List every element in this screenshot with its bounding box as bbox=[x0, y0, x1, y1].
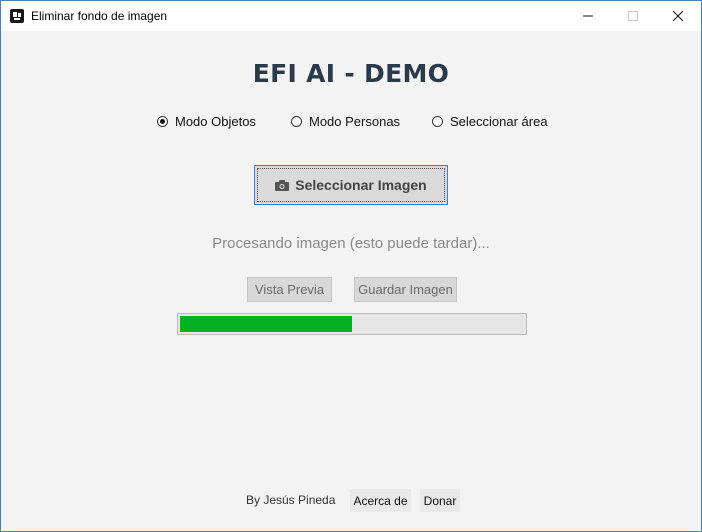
radio-indicator bbox=[432, 116, 443, 127]
status-text: Procesando imagen (esto puede tardar)... bbox=[212, 235, 490, 252]
app-icon bbox=[10, 9, 24, 23]
radio-label: Seleccionar área bbox=[450, 114, 548, 129]
window-title: Eliminar fondo de imagen bbox=[31, 9, 168, 23]
app-window: Eliminar fondo de imagen EFI AI - DEMO M… bbox=[0, 0, 702, 532]
page-title: EFI AI - DEMO bbox=[252, 59, 450, 88]
radio-label: Modo Objetos bbox=[175, 114, 256, 129]
about-button[interactable]: Acerca de bbox=[350, 489, 411, 512]
minimize-icon bbox=[583, 15, 593, 17]
progress-fill bbox=[180, 316, 352, 332]
radio-seleccionar-area[interactable]: Seleccionar área bbox=[432, 114, 548, 129]
radio-indicator bbox=[157, 116, 168, 127]
author-credit: By Jesús Pineda bbox=[246, 493, 336, 507]
radio-modo-objetos[interactable]: Modo Objetos bbox=[157, 114, 256, 129]
close-button[interactable] bbox=[655, 1, 701, 31]
preview-button[interactable]: Vista Previa bbox=[247, 277, 332, 302]
camera-icon bbox=[275, 179, 290, 191]
title-bar[interactable]: Eliminar fondo de imagen bbox=[1, 1, 701, 31]
close-icon bbox=[673, 11, 683, 21]
save-image-button[interactable]: Guardar Imagen bbox=[354, 277, 457, 302]
progress-bar bbox=[177, 313, 527, 335]
select-image-button[interactable]: Seleccionar Imagen bbox=[254, 165, 448, 205]
maximize-icon bbox=[628, 11, 638, 21]
minimize-button[interactable] bbox=[565, 1, 611, 31]
select-image-label: Seleccionar Imagen bbox=[295, 177, 427, 193]
radio-modo-personas[interactable]: Modo Personas bbox=[291, 114, 400, 129]
donate-button[interactable]: Donar bbox=[420, 489, 460, 512]
radio-indicator bbox=[291, 116, 302, 127]
radio-label: Modo Personas bbox=[309, 114, 401, 129]
maximize-button bbox=[610, 1, 656, 31]
select-image-label-group: Seleccionar Imagen bbox=[275, 177, 427, 193]
